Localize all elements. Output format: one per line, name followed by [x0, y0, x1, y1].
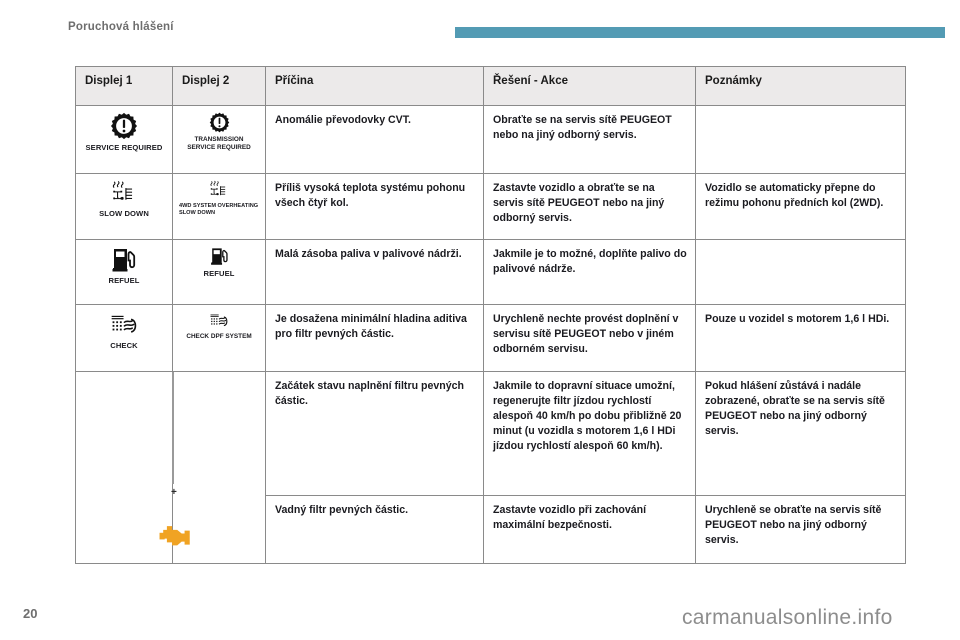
tell-tale-service-required: SERVICE REQUIRED — [76, 106, 172, 157]
particle-filter-icon — [111, 315, 137, 333]
page-number: 20 — [23, 606, 38, 621]
table-header-row: Displej 1 Displej 2 Příčina Řešení - Akc… — [75, 66, 906, 106]
display1-cell: SLOW DOWN — [75, 173, 173, 240]
table-row: SLOW DOWN 4WD SYSTEM OVERHEATING SLOW DO… — [75, 173, 906, 240]
site-watermark: carmanualsonline.info — [682, 606, 893, 629]
tell-tale-transmission-service-required: TRANSMISSION SERVICE REQUIRED — [173, 106, 265, 156]
action-cell: Zastavte vozidlo při zachování maximální… — [483, 495, 696, 564]
table-row: REFUEL REFUEL Malá zásoba paliva v paliv… — [75, 239, 906, 305]
display2-cell: REFUEL — [172, 239, 266, 305]
cause-text: Začátek stavu naplnění filtru pevných čá… — [275, 380, 464, 408]
tell-tale-label: SERVICE REQUIRED — [85, 143, 163, 152]
notes-text: Pokud hlášení zůstává i nadále zobrazené… — [705, 380, 885, 438]
cause-text: Příliš vysoká teplota systému pohonu vše… — [275, 182, 466, 210]
action-cell: Obraťte se na servis sítě PEUGEOT nebo n… — [483, 105, 696, 174]
table-row: CHECK CHECK DPF SYSTEM Je dosažena minim… — [75, 304, 906, 372]
tell-tale-label: REFUEL — [108, 276, 140, 285]
action-text: Obraťte se na servis sítě PEUGEOT nebo n… — [493, 114, 672, 142]
cause-cell: Malá zásoba paliva v palivové nádrži. — [265, 239, 484, 305]
display2-cell: 4WD SYSTEM OVERHEATING SLOW DOWN — [172, 173, 266, 240]
notes-text — [696, 106, 905, 121]
cause-text: Je dosažena minimální hladina aditiva pr… — [275, 313, 467, 341]
tell-tale-4wd-system-overheating: 4WD SYSTEM OVERHEATING SLOW DOWN — [173, 174, 265, 221]
notes-cell: Urychleně se obraťte na servis sítě PEUG… — [695, 495, 906, 564]
column-header-notes: Poznámky — [695, 66, 906, 106]
gear-exclamation-icon — [110, 112, 138, 140]
table-row: SERVICE REQUIRED TRANSMISSION SERVICE RE… — [75, 105, 906, 174]
cause-cell: Příliš vysoká teplota systému pohonu vše… — [265, 173, 484, 240]
cause-cell: Je dosažena minimální hladina aditiva pr… — [265, 304, 484, 372]
tell-tale-refuel: REFUEL — [76, 240, 172, 290]
notes-cell — [695, 239, 906, 305]
notes-text: Urychleně se obraťte na servis sítě PEUG… — [705, 504, 882, 547]
plus-marker: + — [171, 487, 177, 498]
action-text: Jakmile je to možné, doplňte palivo do p… — [493, 248, 687, 276]
tell-tale-label: 4WD SYSTEM OVERHEATING SLOW DOWN — [179, 203, 259, 216]
particle-filter-icon — [210, 314, 228, 327]
display1-cell: REFUEL — [75, 239, 173, 305]
notes-text — [696, 240, 905, 255]
tell-tale-label: SLOW DOWN — [99, 209, 149, 218]
tell-tale-check-dpf-system: CHECK DPF SYSTEM — [173, 305, 265, 345]
tell-tale-refuel: REFUEL — [173, 240, 265, 283]
action-text: Zastavte vozidlo a obraťte se na servis … — [493, 182, 665, 225]
notes-cell: Pouze u vozidel s motorem 1,6 l HDi. — [695, 304, 906, 372]
cause-text: Vadný filtr pevných částic. — [275, 504, 409, 516]
column-header-display1: Displej 1 — [75, 66, 173, 106]
action-text: Zastavte vozidlo při zachování maximální… — [493, 504, 647, 532]
gear-exclamation-icon — [209, 112, 229, 133]
action-cell: Jakmile je to možné, doplňte palivo do p… — [483, 239, 696, 305]
page-title: Poruchová hlášení — [68, 21, 174, 33]
tell-tale-label: CHECK — [110, 341, 138, 350]
fault-messages-table: Displej 1 Displej 2 Příčina Řešení - Akc… — [75, 66, 906, 564]
display2-cell: TRANSMISSION SERVICE REQUIRED — [172, 105, 266, 174]
cause-text: Anomálie převodovky CVT. — [275, 114, 411, 126]
fuel-pump-icon — [112, 249, 136, 272]
engine-warning-lamp — [159, 526, 190, 546]
column-header-cause: Příčina — [265, 66, 484, 106]
display2-cell: CHECK DPF SYSTEM — [172, 304, 266, 372]
notes-cell: Pokud hlášení zůstává i nadále zobrazené… — [695, 371, 906, 496]
tell-tale-label: CHECK DPF SYSTEM — [186, 333, 252, 340]
4wd-overheat-icon — [112, 180, 133, 200]
action-text: Urychleně nechte provést doplnění v serv… — [493, 313, 679, 356]
tell-tale-label: REFUEL — [203, 269, 235, 278]
tell-tale-check: CHECK — [76, 305, 172, 355]
notes-text: Vozidlo se automaticky přepne do režimu … — [705, 182, 884, 210]
fuel-pump-icon — [210, 248, 228, 265]
cause-cell: Anomálie převodovky CVT. — [265, 105, 484, 174]
page-header: Poruchová hlášení — [0, 0, 960, 56]
action-cell: Zastavte vozidlo a obraťte se na servis … — [483, 173, 696, 240]
table-row: Začátek stavu naplnění filtru pevných čá… — [75, 371, 906, 564]
tell-tale-slow-down: SLOW DOWN — [76, 174, 172, 223]
column-header-action: Řešení - Akce — [483, 66, 696, 106]
cause-text: Malá zásoba paliva v palivové nádrži. — [275, 248, 462, 260]
notes-cell: Vozidlo se automaticky přepne do režimu … — [695, 173, 906, 240]
cause-cell: Vadný filtr pevných částic. — [265, 495, 484, 564]
cause-cell: Začátek stavu naplnění filtru pevných čá… — [265, 371, 484, 496]
display1-cell: CHECK — [75, 304, 173, 372]
column-separator-rule — [172, 372, 174, 484]
tell-tale-label: TRANSMISSION SERVICE REQUIRED — [187, 136, 251, 151]
notes-cell — [695, 105, 906, 174]
column-header-display2: Displej 2 — [172, 66, 266, 106]
4wd-overheat-icon — [210, 180, 226, 196]
action-cell: Jakmile to dopravní situace umožní, rege… — [483, 371, 696, 496]
header-accent-bar — [455, 27, 945, 38]
notes-text: Pouze u vozidel s motorem 1,6 l HDi. — [705, 313, 890, 325]
action-text: Jakmile to dopravní situace umožní, rege… — [493, 380, 682, 453]
display1-cell: SERVICE REQUIRED — [75, 105, 173, 174]
action-cell: Urychleně nechte provést doplnění v serv… — [483, 304, 696, 372]
